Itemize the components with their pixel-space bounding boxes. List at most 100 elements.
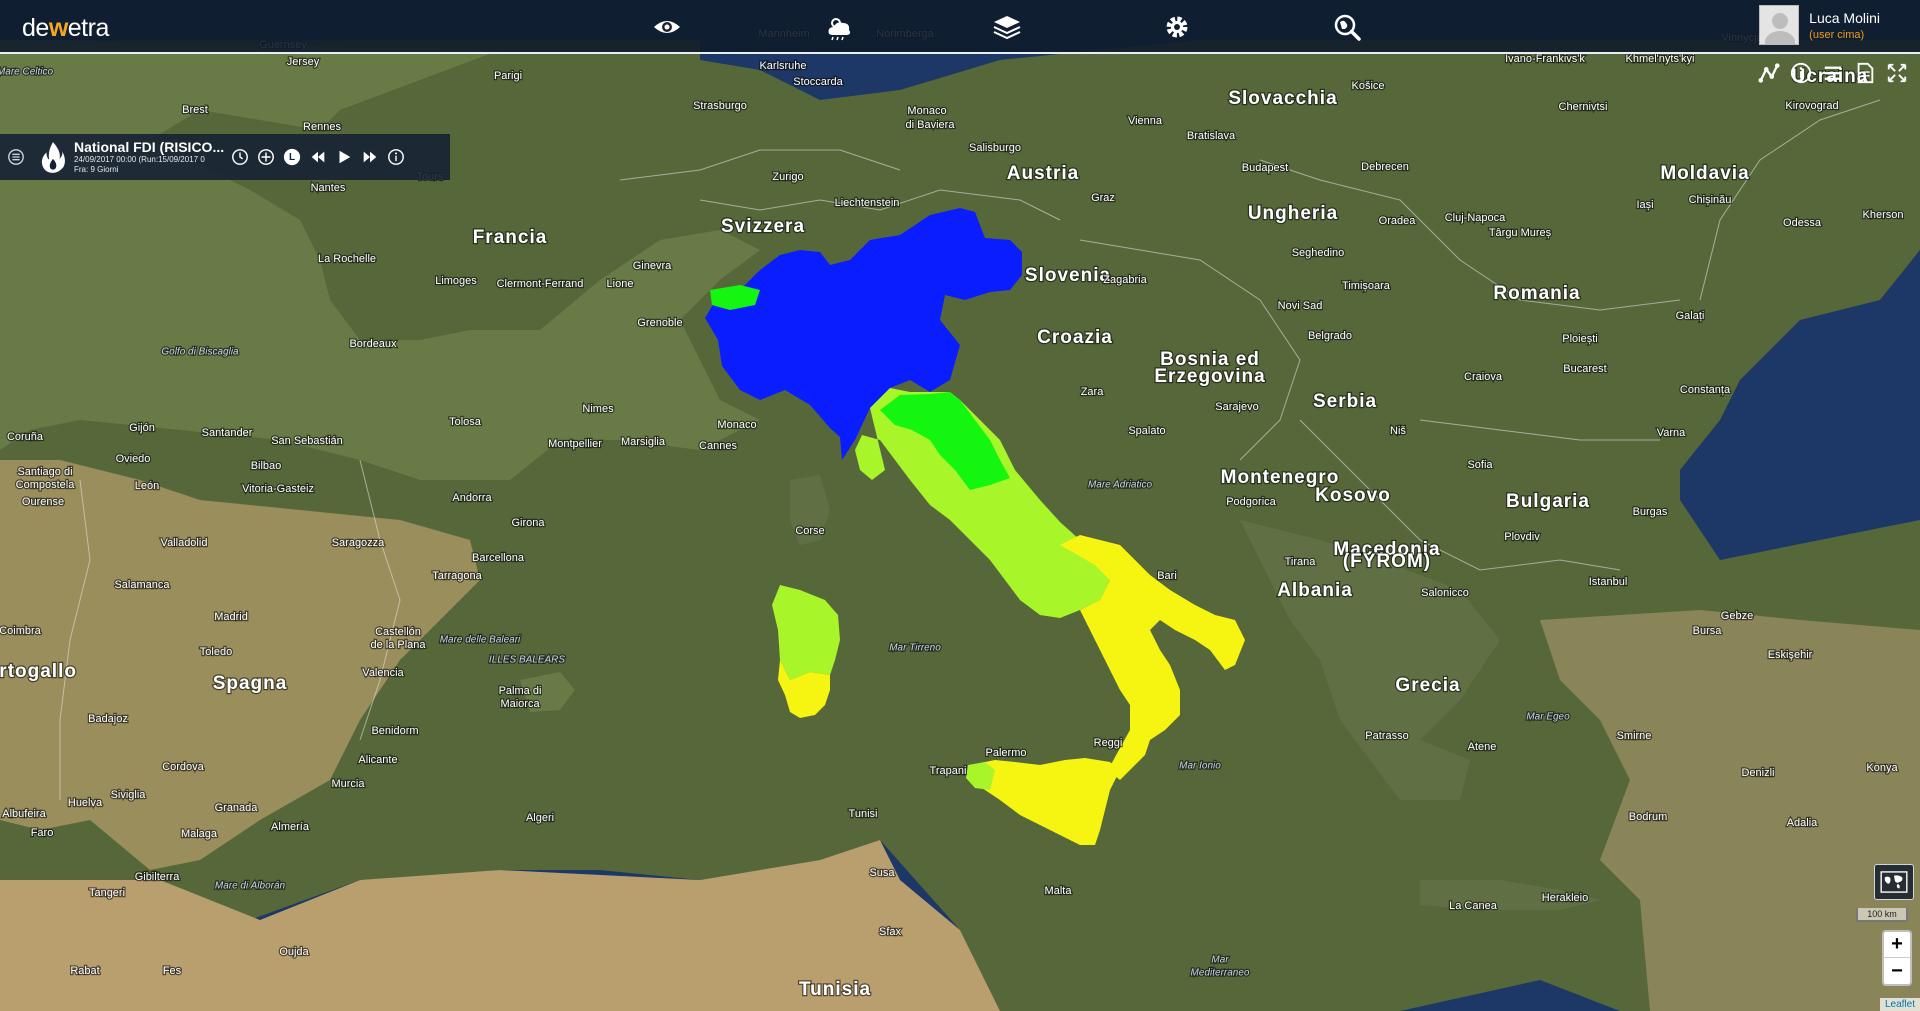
map-label-city: Girona <box>511 517 545 529</box>
map-label-city: Tirana <box>1285 556 1317 568</box>
map-label-city: Limoges <box>435 275 477 287</box>
map-label-sea: Mare Celtico <box>0 67 53 78</box>
map-label-city: Kherson <box>1863 209 1904 221</box>
zoom-in-button[interactable]: + <box>1884 932 1910 958</box>
add-layer-icon[interactable] <box>256 147 276 167</box>
map-label-country: Spagna <box>213 673 288 694</box>
layer-menu-icon[interactable] <box>0 148 32 166</box>
play-mode-button[interactable]: L <box>282 147 302 167</box>
map-label-city: Zagabria <box>1103 274 1147 286</box>
map-label-city: Spalato <box>1128 425 1165 437</box>
map-label-city: Tarragona <box>432 570 482 582</box>
map-label-city: di Baviera <box>906 119 956 131</box>
weather-cloud-icon[interactable] <box>820 8 858 46</box>
map-label-city: Lione <box>607 278 634 290</box>
map-label-city: Huelva <box>68 797 103 809</box>
map-label-city: Burgas <box>1633 506 1668 518</box>
eye-icon[interactable] <box>648 8 686 46</box>
map-attribution-link[interactable]: Leaflet <box>1879 998 1920 1011</box>
map-label-city: Zurigo <box>772 171 803 183</box>
map-label-city: San Sebastián <box>271 435 343 447</box>
map-label-city: Adalia <box>1787 817 1818 829</box>
map-label-city: Faro <box>31 827 54 839</box>
zoom-control: + − <box>1882 930 1912 986</box>
map-label-city: Smirne <box>1617 730 1652 742</box>
map-label-country: Tunisia <box>799 979 871 1000</box>
layers-icon[interactable] <box>988 8 1026 46</box>
map-label-country: Francia <box>473 227 548 248</box>
layer-timestamp: 24/09/2017 00:00 (Run:15/09/2017 0 <box>74 155 205 164</box>
route-icon[interactable] <box>1756 60 1782 86</box>
map-label-city: Cluj-Napoca <box>1445 212 1506 224</box>
map-label-city: Grenoble <box>637 317 682 329</box>
document-icon[interactable] <box>1852 60 1878 86</box>
map-label-city: La Canea <box>1449 900 1498 912</box>
map-label-sea: Mar Tirreno <box>889 643 941 654</box>
map-label-city: Albufeira <box>2 808 46 820</box>
map-label-city: Barcellona <box>472 552 525 564</box>
user-info[interactable]: Luca Molini (user cima) <box>1759 5 1880 45</box>
fullscreen-icon[interactable] <box>1884 60 1910 86</box>
map-label-city: Palma di <box>499 685 542 697</box>
map-label-city: Sarajevo <box>1215 401 1258 413</box>
map-label-city: Ginevra <box>633 260 672 272</box>
map-label-city: Montpellier <box>548 438 602 450</box>
user-name: Luca Molini <box>1809 9 1880 26</box>
map-label-country: Ungheria <box>1248 203 1338 224</box>
zoom-out-button[interactable]: − <box>1884 958 1910 984</box>
clock-icon[interactable] <box>230 147 250 167</box>
map-label-city: Odessa <box>1783 217 1822 229</box>
map-label-city: Tolosa <box>449 416 482 428</box>
map-label-city: Coimbra <box>0 625 42 637</box>
info-icon[interactable] <box>1788 60 1814 86</box>
map-label-city: Sofia <box>1467 459 1493 471</box>
layer-info[interactable]: National FDI (RISICO... 24/09/2017 00:00… <box>74 139 226 175</box>
map-label-city: Vitoria-Gasteiz <box>242 483 314 495</box>
map-label-city: Košice <box>1351 80 1384 92</box>
play-icon[interactable] <box>334 147 354 167</box>
map-label-city: Reggi <box>1094 737 1123 749</box>
app-logo[interactable]: dewetra <box>22 14 109 43</box>
map-label-city: Algeri <box>526 812 554 824</box>
map-label-city: Patrasso <box>1365 730 1408 742</box>
map-label-city: Bucarest <box>1563 363 1606 375</box>
map-label-country: Bulgaria <box>1506 491 1590 512</box>
map-label-sea: Mare Adriatico <box>1088 480 1153 491</box>
map-label-city: Rennes <box>303 121 341 133</box>
logo-accent: w <box>48 14 68 42</box>
app-root: Francia Spagna Svizzera Austria Slovacchia Un… <box>0 0 1920 1011</box>
map-label-city: Stoccarda <box>793 76 843 88</box>
map-label-country: Slovenia <box>1025 265 1111 286</box>
map-label-city: Oradea <box>1379 215 1417 227</box>
layer-info-icon[interactable] <box>386 147 406 167</box>
map-label-city: Nimes <box>582 403 614 415</box>
map-label-city: Plovdiv <box>1504 531 1540 543</box>
map-label-city: Varna <box>1657 427 1686 439</box>
map-label-city: Atene <box>1468 741 1497 753</box>
map-label-country: (FYROM) <box>1343 551 1431 572</box>
map-label-city: Salisburgo <box>969 142 1021 154</box>
map-label-city: Parigi <box>494 70 522 82</box>
map-label-city: Timișoara <box>1342 280 1391 292</box>
rewind-icon[interactable] <box>308 147 328 167</box>
map-label-country: Svizzera <box>721 216 805 237</box>
map-label-city: Andorra <box>452 492 492 504</box>
map-label-country: Portogallo <box>0 661 77 682</box>
map-label-city: Sfax <box>879 926 902 938</box>
map-label-city: Constanța <box>1680 384 1731 396</box>
map-label-city: Benidorm <box>371 725 418 737</box>
map-label-country: Austria <box>1007 163 1079 184</box>
top-bar: dewetra Luca Molini (user cima) <box>0 0 1920 54</box>
basemap-switch-button[interactable] <box>1874 864 1914 900</box>
map-label-city: Valladolid <box>161 537 208 549</box>
map-label-city: Bodrum <box>1629 811 1668 823</box>
world-map-icon <box>1880 871 1908 893</box>
map-label-country: Erzegovina <box>1154 366 1265 387</box>
map-label-city: Seghedino <box>1292 247 1345 259</box>
fast-forward-icon[interactable] <box>360 147 380 167</box>
gear-icon[interactable] <box>1158 8 1196 46</box>
map-label-city: de la Plana <box>370 639 426 651</box>
globe-search-icon[interactable] <box>1328 8 1366 46</box>
avatar[interactable] <box>1759 5 1800 45</box>
list-icon[interactable] <box>1820 60 1846 86</box>
